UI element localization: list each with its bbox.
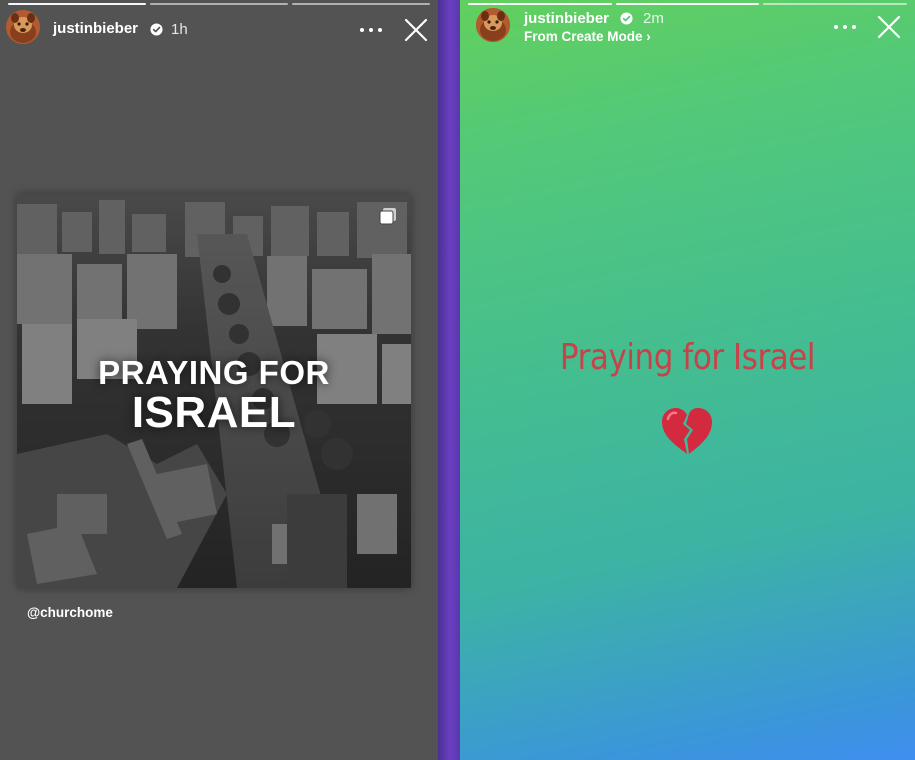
story-header: justinbieber 1h — [0, 0, 438, 60]
username[interactable]: justinbieber — [524, 10, 609, 27]
story-text: Praying for Israel — [559, 337, 816, 378]
avatar[interactable] — [476, 8, 510, 42]
story-panel-left: justinbieber 1h PRAYING FOR ISRAEL @chur… — [0, 0, 438, 760]
post-headline-line2: ISRAEL — [131, 388, 297, 437]
shared-post-image[interactable]: PRAYING FOR ISRAEL — [17, 194, 411, 588]
more-options-icon[interactable] — [360, 23, 382, 37]
story-header: justinbieber 2m From Create Mode › — [460, 0, 915, 60]
panel-divider — [438, 0, 460, 760]
avatar-image — [6, 10, 40, 44]
post-headline-line1: PRAYING FOR — [98, 354, 330, 391]
post-headline: PRAYING FOR ISRAEL — [17, 356, 411, 435]
verified-badge-icon — [150, 23, 163, 36]
broken-heart-icon — [662, 408, 712, 454]
username[interactable]: justinbieber — [53, 20, 138, 37]
post-time: 2m — [643, 10, 664, 27]
close-icon[interactable] — [876, 14, 902, 40]
mention-link[interactable]: @churchome — [27, 605, 113, 620]
avatar-image — [476, 8, 510, 42]
avatar[interactable] — [6, 10, 40, 44]
create-mode-link[interactable]: From Create Mode › — [524, 29, 651, 44]
more-options-icon[interactable] — [834, 20, 856, 34]
story-panel-right: justinbieber 2m From Create Mode › Prayi… — [460, 0, 915, 760]
close-icon[interactable] — [403, 17, 429, 43]
multiple-images-icon — [379, 208, 396, 225]
verified-badge-icon — [620, 12, 633, 25]
post-time: 1h — [171, 21, 188, 38]
